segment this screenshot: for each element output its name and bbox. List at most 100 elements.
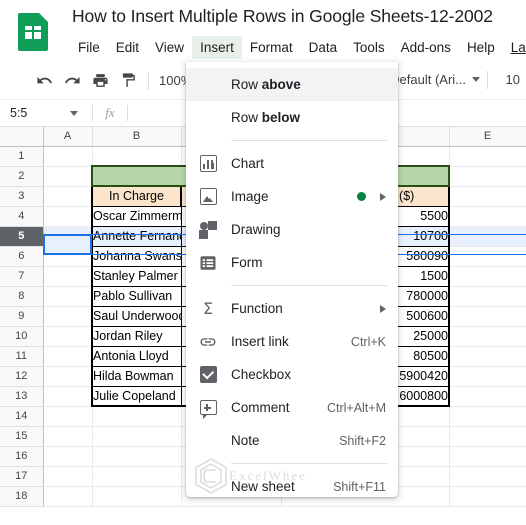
cell-a1[interactable] — [43, 146, 93, 167]
cell-e7[interactable] — [449, 266, 526, 287]
active-cell-outline[interactable] — [43, 234, 92, 255]
menu-item-new-sheet[interactable]: New sheet Shift+F11 — [186, 470, 398, 503]
row-header-5[interactable]: 5 — [0, 226, 44, 247]
undo-arrow-icon[interactable] — [30, 67, 58, 95]
menu-item-comment[interactable]: Comment Ctrl+Alt+M — [186, 391, 398, 424]
cell-e3[interactable] — [449, 186, 526, 207]
cell-a10[interactable] — [43, 326, 93, 347]
row-header-13[interactable]: 13 — [0, 386, 44, 407]
menu-add-ons[interactable]: Add-ons — [393, 36, 459, 59]
menu-data[interactable]: Data — [301, 36, 346, 59]
row-header-15[interactable]: 15 — [0, 426, 44, 447]
cell-e17[interactable] — [449, 466, 526, 487]
menu-format[interactable]: Format — [242, 36, 301, 59]
cell-b5[interactable]: Annette Fernandez — [91, 226, 182, 247]
paint-format-icon[interactable] — [114, 67, 142, 95]
menu-item-image[interactable]: Image — [186, 180, 398, 213]
cell-e6[interactable] — [449, 246, 526, 267]
row-header-12[interactable]: 12 — [0, 366, 44, 387]
cell-b10[interactable]: Jordan Riley — [91, 326, 182, 347]
cell-e1[interactable] — [449, 146, 526, 167]
cell-e9[interactable] — [449, 306, 526, 327]
cell-b1[interactable] — [92, 146, 182, 167]
menu-last-edit[interactable]: La — [503, 36, 526, 59]
row-header-1[interactable]: 1 — [0, 146, 44, 167]
row-header-17[interactable]: 17 — [0, 466, 44, 487]
row-header-9[interactable]: 9 — [0, 306, 44, 327]
cell-e18[interactable] — [449, 486, 526, 507]
cell-a3[interactable] — [43, 186, 93, 207]
menu-item-row-above[interactable]: Row above — [186, 68, 398, 101]
menu-item-function[interactable]: Σ Function — [186, 292, 398, 325]
printer-icon[interactable] — [86, 67, 114, 95]
cell-e4[interactable] — [449, 206, 526, 227]
cell-a11[interactable] — [43, 346, 93, 367]
menu-item-insert-link[interactable]: Insert link Ctrl+K — [186, 325, 398, 358]
row-header-11[interactable]: 11 — [0, 346, 44, 367]
menu-item-drawing[interactable]: Drawing — [186, 213, 398, 246]
cell-a9[interactable] — [43, 306, 93, 327]
cell-a16[interactable] — [43, 446, 93, 467]
cell-b12[interactable]: Hilda Bowman — [91, 366, 182, 387]
cell-b9[interactable]: Saul Underwood — [91, 306, 182, 327]
menu-insert[interactable]: Insert — [192, 35, 242, 59]
row-header-8[interactable]: 8 — [0, 286, 44, 307]
row-header-6[interactable]: 6 — [0, 246, 44, 267]
cell-e15[interactable] — [449, 426, 526, 447]
row-header-7[interactable]: 7 — [0, 266, 44, 287]
chevron-down-icon[interactable] — [70, 110, 78, 116]
menu-file[interactable]: File — [70, 36, 108, 59]
cell-b6[interactable]: Johanna Swanson — [91, 246, 182, 267]
cell-a8[interactable] — [43, 286, 93, 307]
cell-a13[interactable] — [43, 386, 93, 407]
col-header-b[interactable]: B — [92, 127, 182, 147]
select-all-corner[interactable] — [0, 127, 44, 147]
cell-b8[interactable]: Pablo Sullivan — [91, 286, 182, 307]
cell-e10[interactable] — [449, 326, 526, 347]
cell-e8[interactable] — [449, 286, 526, 307]
menu-view[interactable]: View — [147, 36, 192, 59]
row-header-3[interactable]: 3 — [0, 186, 44, 207]
row-header-18[interactable]: 18 — [0, 486, 44, 507]
cell-b18[interactable] — [92, 486, 182, 507]
col-header-a[interactable]: A — [43, 127, 93, 147]
page-title[interactable]: How to Insert Multiple Rows in Google Sh… — [72, 6, 493, 27]
row-header-10[interactable]: 10 — [0, 326, 44, 347]
menu-item-form[interactable]: Form — [186, 246, 398, 279]
cell-e5[interactable] — [449, 226, 526, 247]
cell-a14[interactable] — [43, 406, 93, 427]
row-header-16[interactable]: 16 — [0, 446, 44, 467]
row-header-4[interactable]: 4 — [0, 206, 44, 227]
menu-item-row-below[interactable]: Row below — [186, 101, 398, 134]
col-header-e[interactable]: E — [449, 127, 526, 147]
menu-item-checkbox[interactable]: Checkbox — [186, 358, 398, 391]
menu-item-note[interactable]: Note Shift+F2 — [186, 424, 398, 457]
redo-arrow-icon[interactable] — [58, 67, 86, 95]
cell-e14[interactable] — [449, 406, 526, 427]
row-header-2[interactable]: 2 — [0, 166, 44, 187]
cell-b15[interactable] — [92, 426, 182, 447]
cell-b14[interactable] — [92, 406, 182, 427]
menu-help[interactable]: Help — [459, 36, 503, 59]
cell-b16[interactable] — [92, 446, 182, 467]
font-size-value[interactable]: 10 — [506, 72, 520, 87]
cell-e2[interactable] — [449, 166, 526, 187]
menu-tools[interactable]: Tools — [345, 36, 393, 59]
cell-e16[interactable] — [449, 446, 526, 467]
menu-item-chart[interactable]: Chart — [186, 147, 398, 180]
menu-edit[interactable]: Edit — [108, 36, 147, 59]
font-family-selector[interactable]: Default (Ari... — [390, 72, 480, 87]
cell-a18[interactable] — [43, 486, 93, 507]
cell-a12[interactable] — [43, 366, 93, 387]
cell-a4[interactable] — [43, 206, 93, 227]
cell-e11[interactable] — [449, 346, 526, 367]
cell-b17[interactable] — [92, 466, 182, 487]
cell-b13[interactable]: Julie Copeland — [91, 386, 182, 407]
cell-e13[interactable] — [449, 386, 526, 407]
cell-b4[interactable]: Oscar Zimmerman — [91, 206, 182, 227]
cell-b11[interactable]: Antonia Lloyd — [91, 346, 182, 367]
cell-a7[interactable] — [43, 266, 93, 287]
col-subheader-in-charge[interactable]: In Charge — [91, 185, 182, 207]
cell-a17[interactable] — [43, 466, 93, 487]
cell-b7[interactable]: Stanley Palmer — [91, 266, 182, 287]
